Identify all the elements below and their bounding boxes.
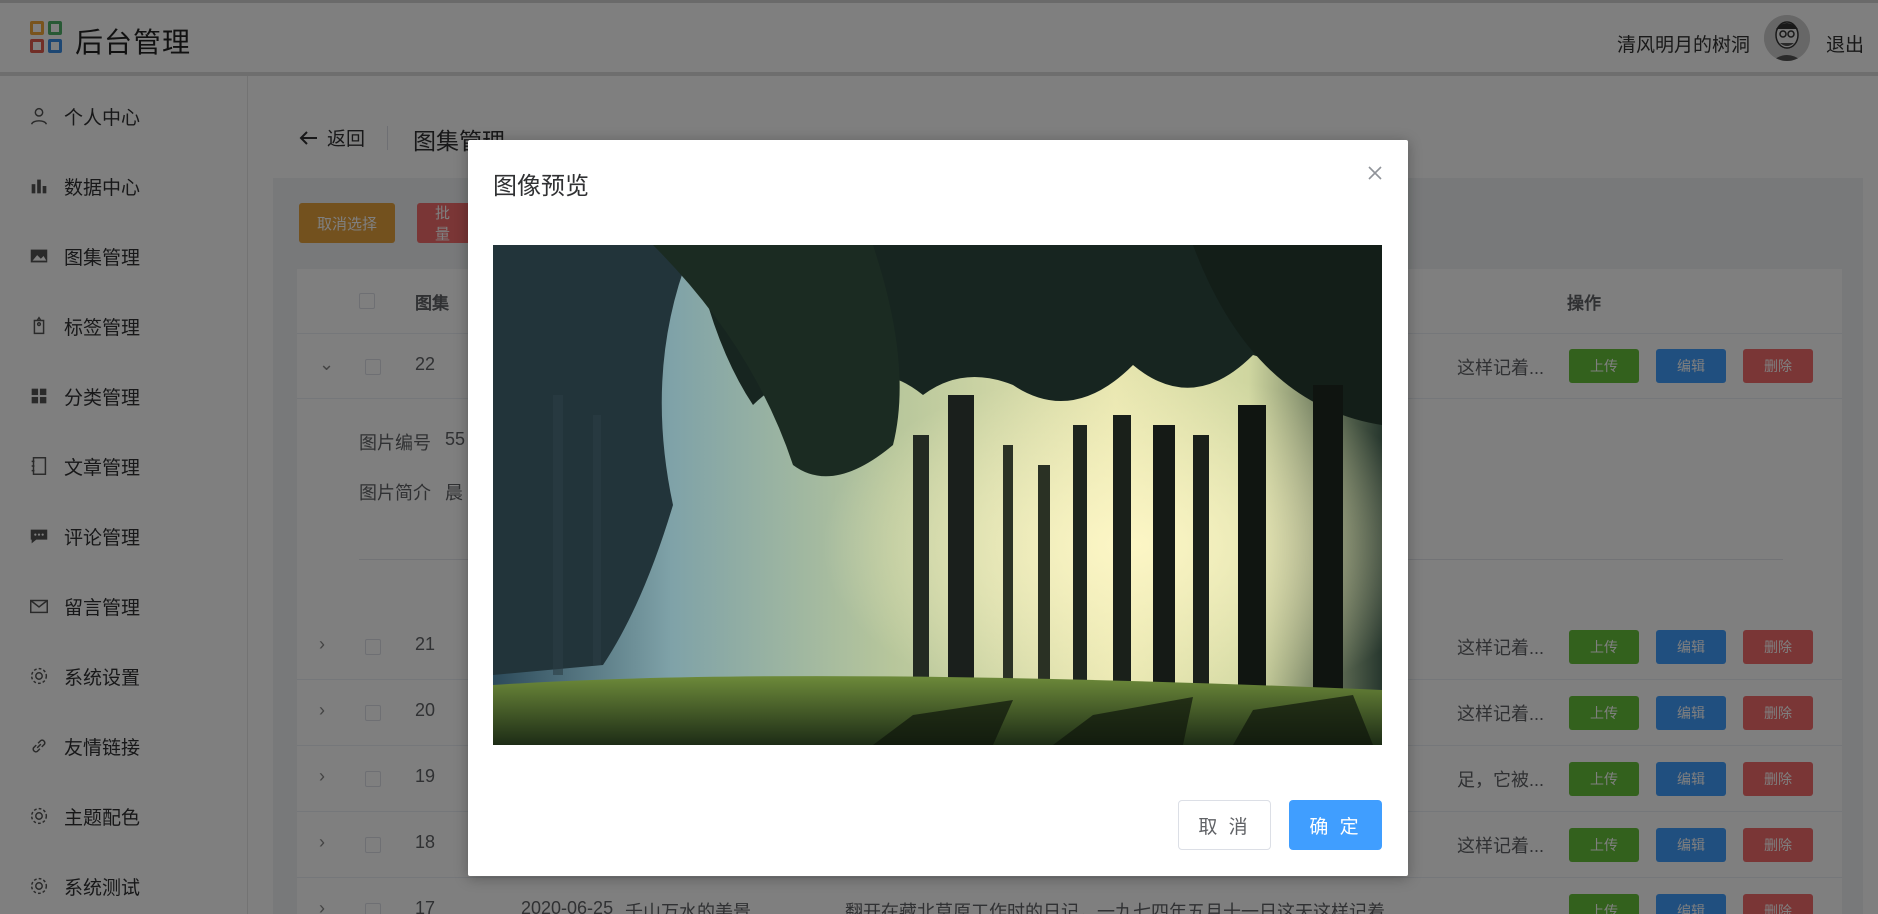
cancel-button[interactable]: 取 消 (1178, 800, 1271, 850)
preview-image (493, 245, 1382, 745)
image-preview-dialog: 图像预览 取 消 确 定 (468, 140, 1408, 876)
close-icon[interactable] (1366, 164, 1384, 182)
dialog-title: 图像预览 (493, 173, 589, 200)
confirm-button[interactable]: 确 定 (1289, 800, 1382, 850)
